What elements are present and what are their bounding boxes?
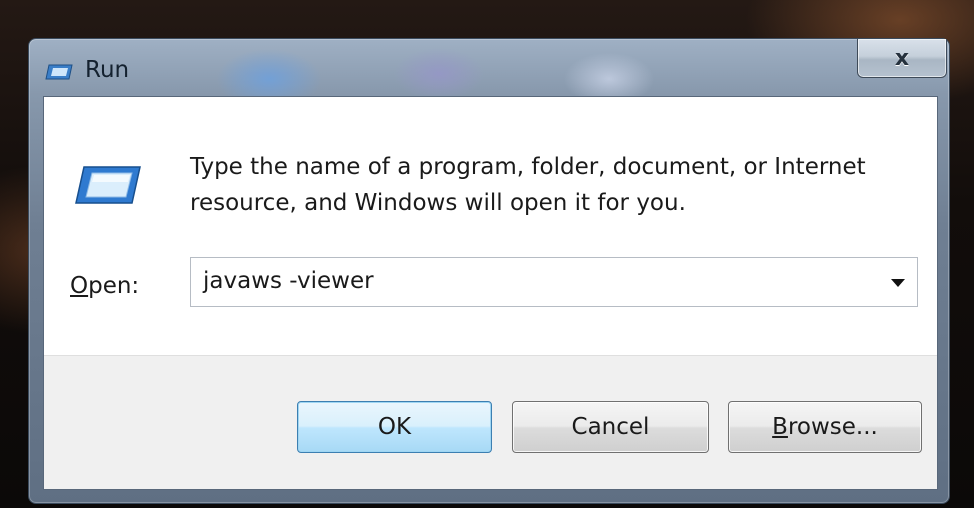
open-label-accelerator: O (70, 273, 89, 299)
window-title: Run (85, 57, 130, 83)
open-label: Open: (70, 273, 139, 299)
close-button[interactable]: x (857, 39, 947, 78)
browse-button[interactable]: Browse... (728, 401, 922, 453)
open-label-text: pen: (88, 273, 140, 299)
dialog-client-area: Type the name of a program, folder, docu… (43, 96, 938, 490)
open-combobox[interactable]: javaws -viewer (190, 257, 918, 307)
run-icon (75, 166, 141, 204)
dialog-prompt-text: Type the name of a program, folder, docu… (190, 154, 866, 216)
browse-button-accelerator: B (772, 414, 788, 440)
run-icon (45, 64, 73, 80)
close-icon: x (894, 45, 910, 71)
dialog-content: Type the name of a program, folder, docu… (44, 97, 937, 356)
page-bottom-strip (0, 508, 974, 515)
run-dialog-window: Run x Type the name of a program, folder… (28, 38, 950, 504)
open-input[interactable]: javaws -viewer (203, 268, 374, 294)
cancel-button[interactable]: Cancel (512, 401, 709, 453)
chevron-down-icon[interactable] (891, 279, 905, 287)
title-bar[interactable]: Run x (29, 39, 949, 97)
browse-button-label: rowse... (787, 414, 878, 440)
ok-button[interactable]: OK (297, 401, 492, 453)
